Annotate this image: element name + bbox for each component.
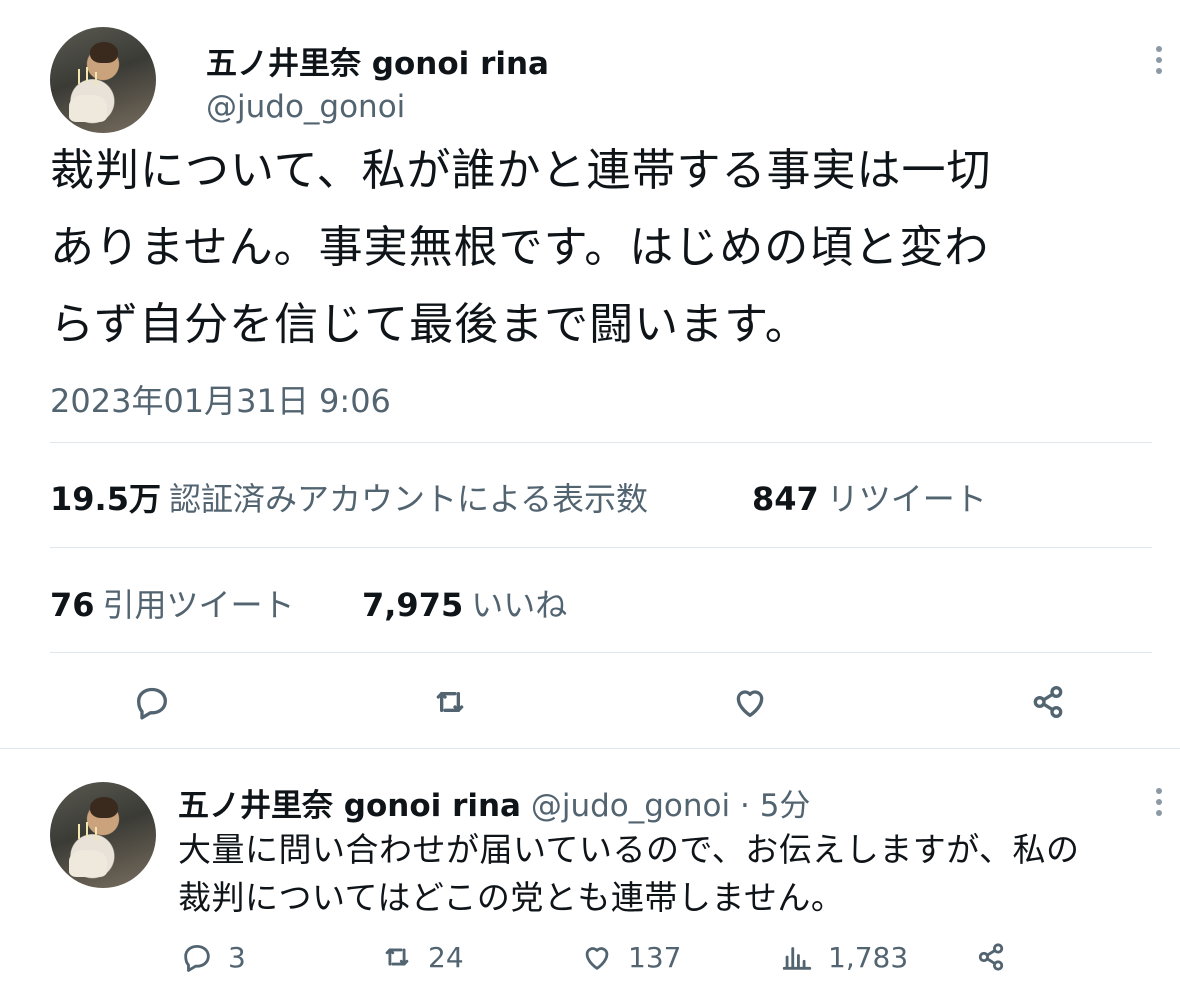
reply-author-avatar[interactable] <box>50 782 156 888</box>
reply-separator: · <box>739 788 750 824</box>
reply-text: 大量に問い合わせが届いているので、お伝えしますが、私の 裁判についてはどこの党と… <box>178 826 1168 922</box>
retweets-count: 847 <box>752 480 819 518</box>
analytics-icon <box>782 947 812 970</box>
quotes-count: 76 <box>50 586 95 624</box>
reply-icon <box>137 687 167 720</box>
reply-more-options-icon[interactable] <box>1156 788 1162 816</box>
retweets-stat[interactable]: 847 リツイート <box>752 474 987 520</box>
views-stat: 19.5万 認証済みアカウントによる表示数 <box>50 474 648 520</box>
tweet-text-line: ありません。事実無根です。はじめの頃と変わ <box>50 222 990 273</box>
reply-like-button[interactable]: 137 <box>580 940 681 974</box>
tweet-text-line: らず自分を信じて最後まで闘います。 <box>50 299 810 350</box>
reply-retweet-count: 24 <box>428 940 464 974</box>
likes-label: いいね <box>471 586 568 624</box>
author-name[interactable]: 五ノ井里奈 gonoi rina <box>206 38 549 83</box>
reply-header: 五ノ井里奈 gonoi rina @judo_gonoi · 5分 <box>178 780 810 825</box>
reply-views-button[interactable]: 1,783 <box>780 940 908 974</box>
author-handle[interactable]: @judo_gonoi <box>206 89 405 125</box>
retweet-button[interactable] <box>426 678 474 726</box>
like-icon <box>736 690 764 717</box>
reply-text-line: 裁判についてはどこの党とも連帯しません。 <box>178 878 845 917</box>
likes-stat[interactable]: 7,975 いいね <box>362 580 567 626</box>
reply-icon <box>184 944 210 972</box>
quotes-label: 引用ツイート <box>102 586 295 624</box>
reply-time[interactable]: 5分 <box>760 788 811 824</box>
author-avatar[interactable] <box>50 27 156 133</box>
reply-retweet-button[interactable]: 24 <box>380 940 464 974</box>
like-icon <box>585 947 609 970</box>
reply-reply-count: 3 <box>228 940 246 974</box>
share-icon <box>1033 686 1063 718</box>
likes-count: 7,975 <box>362 586 464 624</box>
quotes-stat[interactable]: 76 引用ツイート <box>50 580 295 626</box>
retweet-icon <box>385 948 409 966</box>
reply-views-count: 1,783 <box>828 940 909 974</box>
reply-author-name[interactable]: 五ノ井里奈 gonoi rina <box>178 788 521 824</box>
views-label: 認証済みアカウントによる表示数 <box>168 480 649 518</box>
more-options-icon[interactable] <box>1156 46 1162 74</box>
divider <box>50 547 1152 548</box>
retweets-label: リツイート <box>826 480 987 518</box>
retweet-icon <box>436 692 464 712</box>
reply-button[interactable] <box>128 678 176 726</box>
reply-reply-button[interactable]: 3 <box>180 940 246 974</box>
share-button[interactable] <box>1024 678 1072 726</box>
tweet-timestamp[interactable]: 2023年01月31日 9:06 <box>50 376 391 422</box>
reply-like-count: 137 <box>628 940 682 974</box>
views-count: 19.5万 <box>50 480 161 518</box>
share-icon <box>978 943 1004 971</box>
divider <box>50 652 1152 653</box>
tweet-text: 裁判について、私が誰かと連帯する事実は一切 ありません。事実無根です。はじめの頃… <box>50 132 1160 363</box>
divider <box>50 442 1152 443</box>
like-button[interactable] <box>726 678 774 726</box>
reply-author-handle[interactable]: @judo_gonoi <box>531 788 730 824</box>
section-divider <box>0 748 1180 749</box>
reply-share-button[interactable] <box>974 940 1008 974</box>
tweet-text-line: 裁判について、私が誰かと連帯する事実は一切 <box>50 145 992 196</box>
reply-text-line: 大量に問い合わせが届いているので、お伝えしますが、私の <box>178 830 1080 869</box>
